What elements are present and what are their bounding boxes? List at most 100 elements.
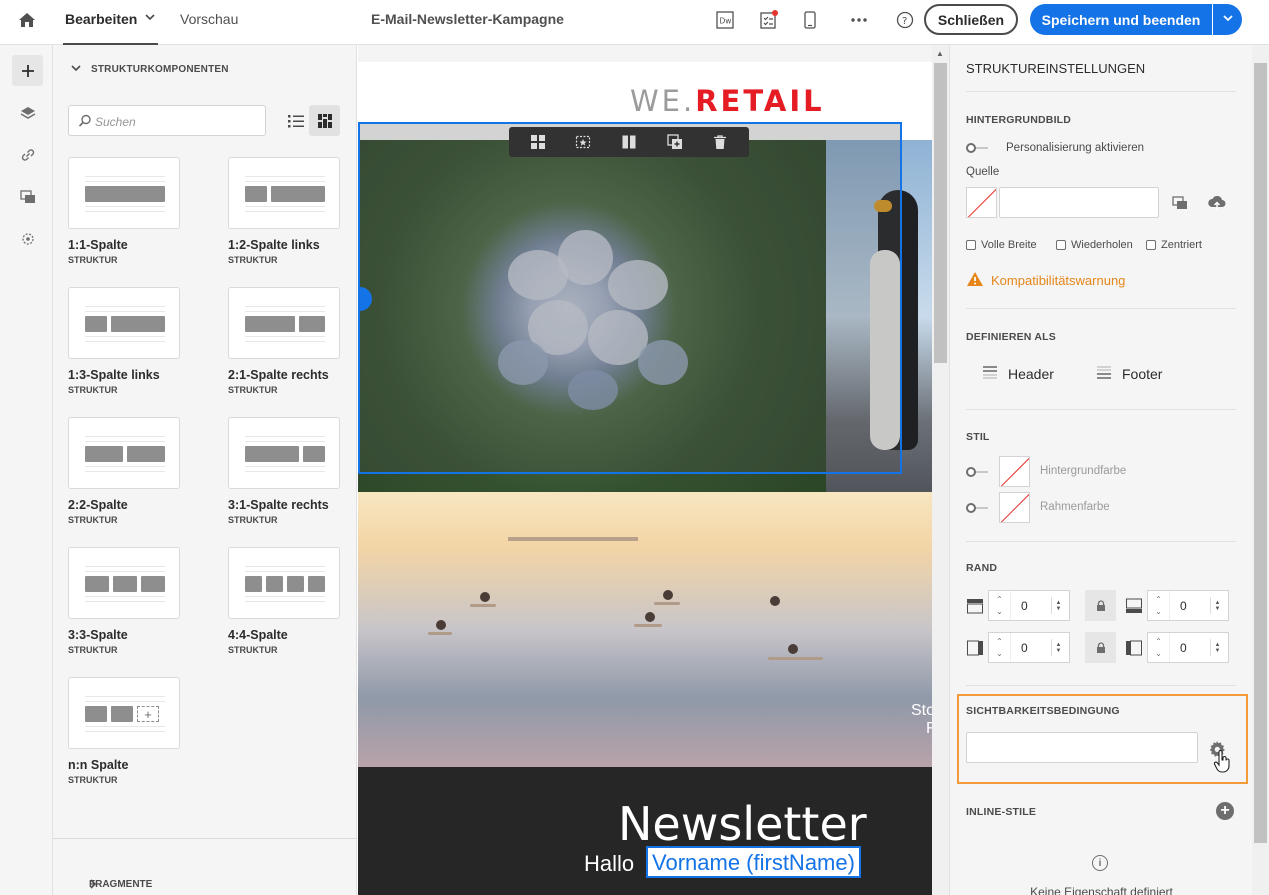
margin-top-icon: [964, 595, 986, 617]
structure-components-header[interactable]: STRUKTURKOMPONENTEN: [71, 64, 229, 75]
lock-icon[interactable]: [1085, 590, 1116, 621]
svg-text:Dw: Dw: [720, 17, 732, 26]
add-column-icon: +: [137, 706, 159, 722]
component-card[interactable]: 2:2-Spalte STRUKTUR: [68, 417, 180, 525]
component-card[interactable]: 2:1-Spalte rechts STRUKTUR: [228, 287, 340, 395]
newsletter-title: Newsletter: [618, 797, 867, 851]
personalization-toggle-label: Personalisierung aktivieren: [1006, 142, 1145, 154]
component-name: 2:1-Spalte rechts: [228, 368, 329, 382]
margin-left-stepper[interactable]: ⌃ ⌄ 0 ▲ ▼: [988, 632, 1070, 663]
repeat-checkbox[interactable]: Wiederholen: [1056, 239, 1133, 251]
lock-icon[interactable]: [1085, 632, 1116, 663]
component-name: 1:1-Spalte: [68, 238, 128, 252]
fragments-header[interactable]: FRAGMENTE: [53, 838, 357, 890]
source-input[interactable]: [999, 187, 1159, 218]
select-parent-icon[interactable]: [526, 130, 550, 154]
chevron-down-icon: [1222, 12, 1234, 27]
component-type: STRUKTUR: [228, 515, 278, 525]
save-as-fragment-icon[interactable]: [571, 130, 595, 154]
component-card[interactable]: 3:3-Spalte STRUKTUR: [68, 547, 180, 655]
component-name: 1:3-Spalte links: [68, 368, 160, 382]
full-width-checkbox[interactable]: Volle Breite: [966, 239, 1037, 251]
link-icon[interactable]: [12, 139, 43, 170]
upload-icon[interactable]: [1206, 192, 1228, 214]
surf-image: Sto F: [358, 492, 932, 767]
scrollbar-thumb[interactable]: [1254, 63, 1267, 843]
checklist-icon[interactable]: [757, 9, 779, 31]
component-type: STRUKTUR: [68, 385, 118, 395]
define-as-section: DEFINIEREN ALS: [966, 331, 1056, 343]
personalization-toggle[interactable]: [966, 143, 988, 153]
visibility-condition-input[interactable]: [966, 732, 1198, 763]
border-color-swatch[interactable]: [999, 492, 1030, 523]
add-icon[interactable]: [12, 55, 43, 86]
centered-checkbox[interactable]: Zentriert: [1146, 239, 1202, 251]
add-inline-style-icon[interactable]: +: [1216, 802, 1234, 820]
close-button[interactable]: Schließen: [924, 4, 1018, 35]
search-placeholder: Suchen: [95, 115, 136, 129]
top-bar: Bearbeiten Vorschau E-Mail-Newsletter-Ka…: [0, 0, 1269, 45]
selected-structure-outline[interactable]: [358, 122, 902, 474]
more-icon[interactable]: [848, 9, 870, 31]
component-type: STRUKTUR: [228, 645, 278, 655]
personalization-field[interactable]: Vorname (firstName): [646, 846, 861, 878]
save-and-close-button[interactable]: Speichern und beenden: [1030, 4, 1212, 35]
grid-view-icon[interactable]: [309, 105, 340, 136]
margin-right-icon: [1123, 637, 1145, 659]
component-card[interactable]: 4:4-Spalte STRUKTUR: [228, 547, 340, 655]
delete-icon[interactable]: [708, 130, 732, 154]
columns-icon[interactable]: [617, 130, 641, 154]
help-icon[interactable]: ?: [894, 9, 916, 31]
newsletter-block[interactable]: Newsletter Hallo Vorname (firstName): [358, 767, 932, 895]
component-thumbnail: [228, 417, 340, 489]
settings-scrollbar[interactable]: [1252, 45, 1269, 895]
component-type: STRUKTUR: [68, 255, 118, 265]
canvas-scrollbar[interactable]: ▲: [932, 45, 949, 895]
component-card[interactable]: 1:3-Spalte links STRUKTUR: [68, 287, 180, 395]
style-section: STIL: [966, 431, 990, 443]
asset-picker-icon[interactable]: [1169, 192, 1191, 214]
component-thumbnail: [228, 547, 340, 619]
duplicate-icon[interactable]: [663, 130, 687, 154]
background-color-swatch[interactable]: [999, 456, 1030, 487]
chevron-down-icon[interactable]: [145, 12, 155, 25]
margin-left-value: 0: [1021, 640, 1028, 655]
define-header-button[interactable]: Header: [982, 365, 1054, 382]
border-color-toggle[interactable]: [966, 503, 988, 513]
tab-preview[interactable]: Vorschau: [180, 11, 238, 27]
search-icon: [78, 114, 92, 131]
component-card[interactable]: 3:1-Spalte rechts STRUKTUR: [228, 417, 340, 525]
email-canvas[interactable]: WE.RETAIL Sto F Newsletter Hallo Vorname…: [358, 45, 932, 895]
scroll-up-icon[interactable]: ▲: [936, 49, 944, 58]
component-type: STRUKTUR: [68, 645, 118, 655]
dreamweaver-icon[interactable]: Dw: [714, 9, 736, 31]
layers-icon[interactable]: [12, 97, 43, 128]
border-color-label: Rahmenfarbe: [1040, 501, 1110, 513]
margin-bottom-stepper[interactable]: ⌃ ⌄ 0 ▲ ▼: [1147, 590, 1229, 621]
margin-top-stepper[interactable]: ⌃ ⌄ 0 ▲ ▼: [988, 590, 1070, 621]
mobile-preview-icon[interactable]: [799, 9, 821, 31]
scrollbar-thumb[interactable]: [934, 63, 947, 363]
footer-icon: [1096, 365, 1112, 382]
home-icon[interactable]: [16, 9, 38, 31]
settings-title: STRUKTUREINSTELLUNGEN: [966, 61, 1146, 76]
search-input[interactable]: Suchen: [68, 105, 266, 136]
components-panel: STRUKTURKOMPONENTEN Suchen 1:1-Spalte ST…: [53, 45, 357, 895]
component-thumbnail: [68, 287, 180, 359]
list-view-icon[interactable]: [280, 105, 311, 136]
component-type: STRUKTUR: [228, 255, 278, 265]
margin-right-stepper[interactable]: ⌃ ⌄ 0 ▲ ▼: [1147, 632, 1229, 663]
personalization-icon[interactable]: [12, 223, 43, 254]
component-card[interactable]: + n:n Spalte STRUKTUR: [68, 677, 180, 785]
section-title: STRUKTURKOMPONENTEN: [91, 64, 229, 75]
define-footer-button[interactable]: Footer: [1096, 365, 1162, 382]
component-card[interactable]: 1:2-Spalte links STRUKTUR: [228, 157, 340, 265]
component-card[interactable]: 1:1-Spalte STRUKTUR: [68, 157, 180, 265]
assets-icon[interactable]: [12, 181, 43, 212]
save-options-dropdown[interactable]: [1213, 4, 1242, 35]
compatibility-warning[interactable]: Kompatibilitätswarnung: [966, 271, 1125, 290]
component-type: STRUKTUR: [228, 385, 278, 395]
background-color-label: Hintergrundfarbe: [1040, 465, 1127, 477]
background-color-toggle[interactable]: [966, 467, 988, 477]
tab-edit[interactable]: Bearbeiten: [63, 0, 158, 45]
